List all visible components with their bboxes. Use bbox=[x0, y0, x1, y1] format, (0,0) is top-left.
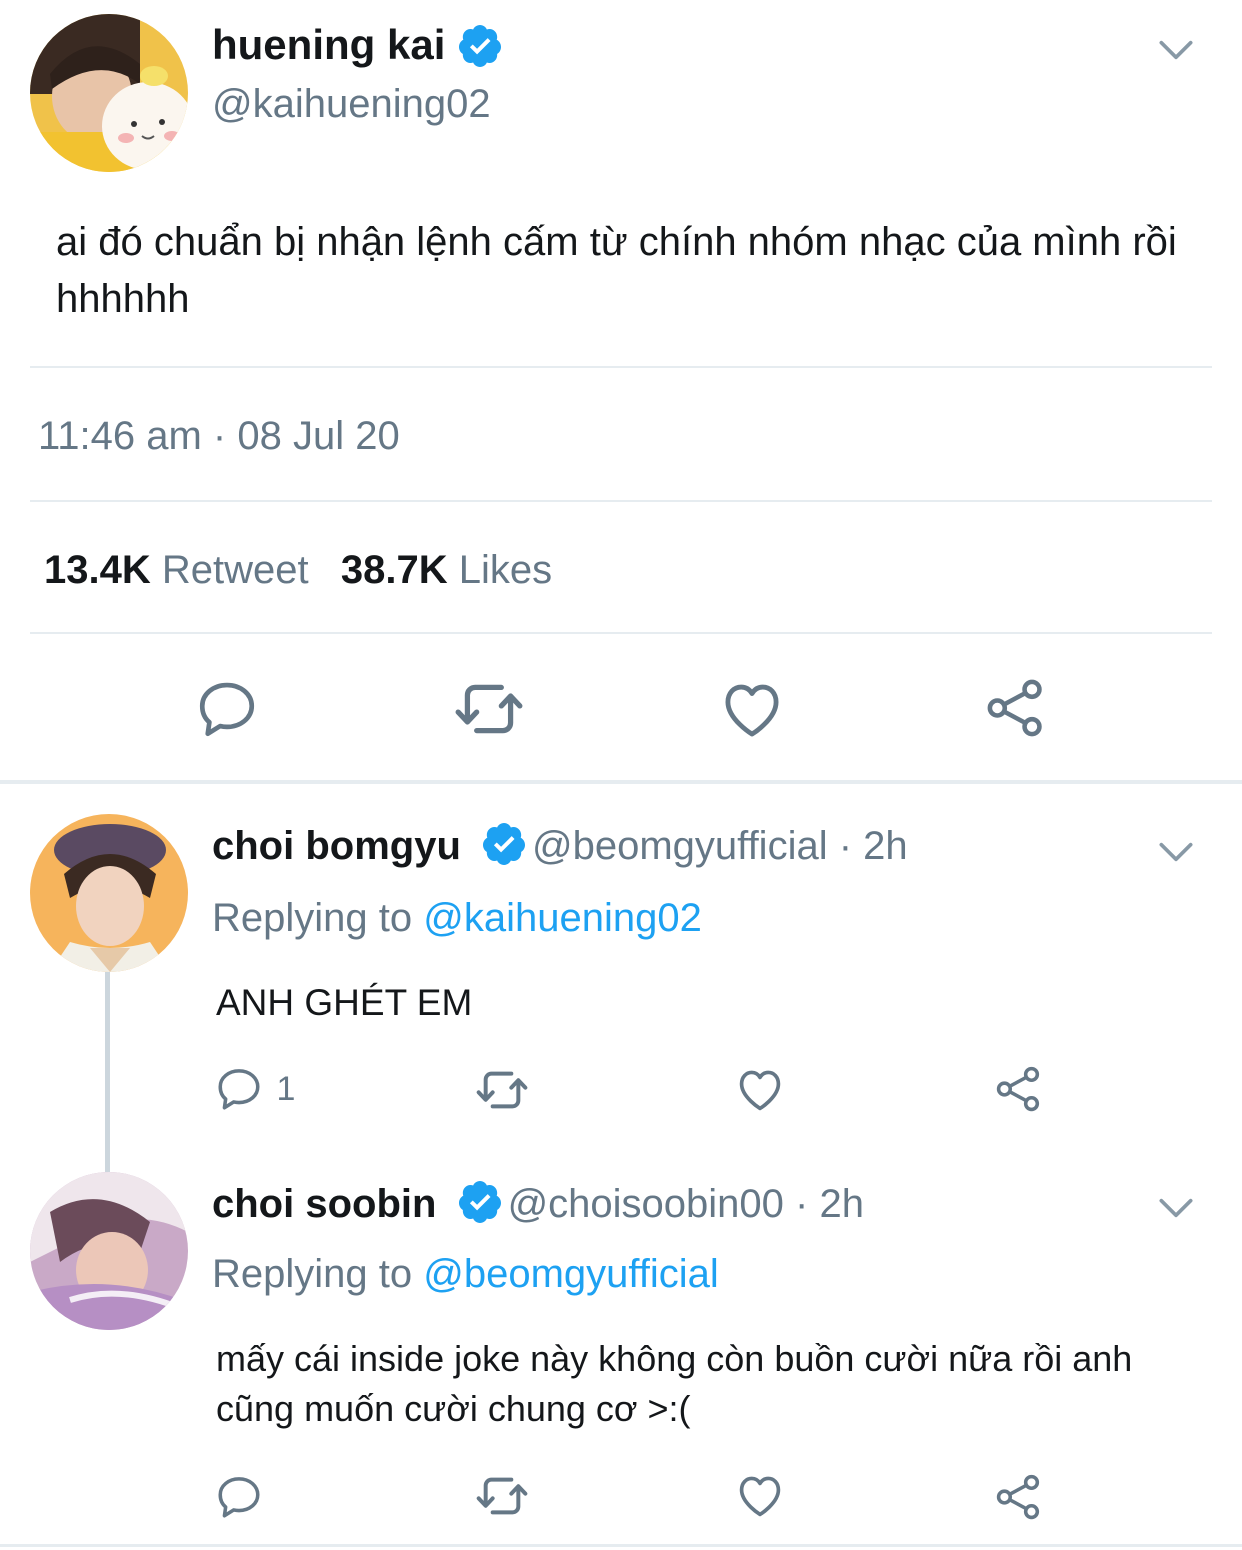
chevron-down-icon[interactable] bbox=[1154, 28, 1198, 72]
bottom-divider bbox=[0, 1544, 1242, 1547]
share-icon[interactable] bbox=[994, 1472, 1044, 1522]
share-icon[interactable] bbox=[984, 676, 1048, 740]
tweet-text: ai đó chuẩn bị nhận lệnh cấm từ chính nh… bbox=[56, 220, 1177, 321]
replying-to-label: Replying to bbox=[212, 896, 413, 940]
author-handle[interactable]: @kaihuening02 bbox=[212, 80, 491, 128]
reply-icon[interactable] bbox=[194, 676, 260, 742]
avatar-photo bbox=[30, 814, 188, 972]
chevron-down-icon[interactable] bbox=[1154, 830, 1198, 874]
reply-time: · 2h bbox=[838, 824, 908, 868]
tweet-text: ANH GHÉT EM bbox=[216, 982, 473, 1023]
chevron-down-icon[interactable] bbox=[1154, 1186, 1198, 1230]
verified-badge-icon bbox=[456, 22, 504, 70]
retweet-icon[interactable] bbox=[452, 672, 526, 746]
like-icon[interactable] bbox=[734, 1470, 786, 1522]
replying-to-link[interactable]: @beomgyufficial bbox=[423, 1252, 719, 1296]
avatar[interactable] bbox=[30, 1172, 188, 1330]
replying-to-link[interactable]: @kaihuening02 bbox=[423, 896, 702, 940]
divider bbox=[30, 366, 1212, 368]
author-handle[interactable]: @beomgyufficial bbox=[532, 824, 828, 868]
tweet-timestamp: 11:46 am · 08 Jul 20 bbox=[38, 414, 400, 458]
replying-to-label: Replying to bbox=[212, 1252, 413, 1296]
avatar-photo bbox=[30, 1172, 188, 1330]
replying-to: Replying to @beomgyufficial bbox=[212, 1250, 719, 1298]
engagement-stats: 13.4K Retweet 38.7K Likes bbox=[44, 546, 552, 594]
retweet-icon[interactable] bbox=[474, 1468, 530, 1524]
section-divider bbox=[0, 780, 1242, 784]
author-name[interactable]: choi bomgyu bbox=[212, 824, 461, 868]
retweet-label[interactable]: Retweet bbox=[162, 548, 309, 592]
reply-icon[interactable] bbox=[214, 1472, 264, 1522]
retweet-icon[interactable] bbox=[474, 1062, 530, 1118]
like-icon[interactable] bbox=[718, 676, 786, 744]
verified-badge-icon bbox=[456, 1178, 504, 1226]
author-handle[interactable]: @choisoobin00 bbox=[508, 1182, 784, 1226]
avatar[interactable] bbox=[30, 14, 188, 172]
reply-count: 1 bbox=[276, 1069, 296, 1108]
author-name[interactable]: choi soobin bbox=[212, 1182, 436, 1226]
reply-time: · 2h bbox=[795, 1182, 864, 1226]
tweet-text: mấy cái inside joke này không còn buồn c… bbox=[216, 1338, 1133, 1429]
divider bbox=[30, 632, 1212, 634]
reply-action[interactable]: 1 bbox=[214, 1064, 295, 1114]
share-icon[interactable] bbox=[994, 1064, 1044, 1114]
avatar-photo bbox=[30, 14, 188, 172]
verified-badge-icon bbox=[480, 820, 528, 868]
like-count[interactable]: 38.7K bbox=[341, 548, 448, 592]
avatar[interactable] bbox=[30, 814, 188, 972]
like-label[interactable]: Likes bbox=[459, 548, 552, 592]
replying-to: Replying to @kaihuening02 bbox=[212, 894, 702, 942]
reply-header: choi soobin @choisoobin00 · 2h bbox=[212, 1180, 864, 1228]
reply-header: choi bomgyu @beomgyufficial · 2h bbox=[212, 822, 908, 870]
retweet-count[interactable]: 13.4K bbox=[44, 548, 151, 592]
divider bbox=[30, 500, 1212, 502]
like-icon[interactable] bbox=[734, 1064, 786, 1116]
reply-icon[interactable] bbox=[214, 1064, 264, 1114]
thread-line bbox=[105, 972, 110, 1172]
author-name[interactable]: huening kai bbox=[212, 20, 445, 70]
